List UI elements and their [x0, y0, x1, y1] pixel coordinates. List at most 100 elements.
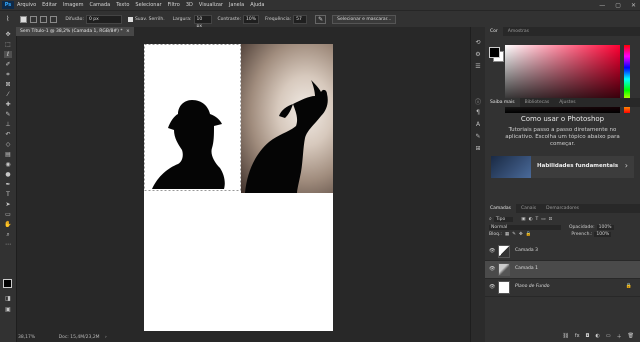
eraser-tool-icon[interactable]: ◇ — [4, 141, 12, 148]
glyphs-panel-icon[interactable]: ⊞ — [474, 145, 482, 153]
rectangle-tool-icon[interactable]: ▭ — [4, 211, 12, 218]
path-select-icon[interactable]: ➤ — [4, 201, 12, 208]
largura-input[interactable]: 10 px — [193, 14, 212, 29]
filter-adjust-icon[interactable]: ◐ — [529, 217, 533, 222]
tab-cor[interactable]: Cor — [485, 27, 503, 36]
pen-pressure-icon[interactable]: ✎ — [315, 14, 327, 24]
suav-checkbox[interactable] — [127, 16, 133, 22]
stamp-tool-icon[interactable]: ⊥ — [4, 121, 12, 128]
fx-icon[interactable]: fx — [575, 333, 580, 340]
brush-tool-icon[interactable]: ✎ — [4, 111, 12, 118]
tab-canais[interactable]: Canais — [516, 204, 541, 213]
eye-icon[interactable]: 👁 — [489, 266, 495, 272]
tab-demarcadores[interactable]: Demarcadores — [541, 204, 584, 213]
adjustment-icon[interactable]: ◐ — [596, 333, 600, 340]
menu-imagem[interactable]: Imagem — [63, 2, 84, 8]
fill-input[interactable]: 100% — [594, 232, 612, 237]
layer-row[interactable]: 👁 Plano de Fundo 🔒 — [485, 279, 640, 297]
menu-editar[interactable]: Editar — [42, 2, 57, 8]
trash-icon[interactable]: 🗑 — [628, 333, 634, 340]
menu-selecionar[interactable]: Selecionar — [135, 2, 161, 8]
tab-saiba-mais[interactable]: Saiba mais — [485, 98, 520, 107]
select-and-mask-button[interactable]: Selecionar e mascarar... — [332, 14, 397, 24]
zoom-tool-icon[interactable]: ⌕ — [4, 231, 12, 238]
filter-type-icon[interactable]: T — [536, 217, 539, 222]
lock-move-icon[interactable]: ✥ — [519, 232, 523, 237]
filter-pixel-icon[interactable]: ▣ — [521, 217, 525, 222]
layer-filter-select[interactable]: Tipo — [493, 216, 514, 222]
photoshop-logo[interactable]: Ps — [2, 1, 14, 9]
new-selection-icon[interactable] — [20, 15, 28, 23]
tab-camadas[interactable]: Camadas — [485, 204, 516, 213]
new-layer-icon[interactable]: ＋ — [617, 333, 622, 340]
menu-filtro[interactable]: Filtro — [168, 2, 180, 8]
more-tools-icon[interactable]: ⋯ — [4, 241, 12, 248]
close-button[interactable]: ✕ — [631, 2, 636, 9]
mask-icon[interactable]: ◘ — [586, 333, 590, 340]
layer-row[interactable]: 👁 Camada 1 — [485, 261, 640, 279]
history-brush-icon[interactable]: ↶ — [4, 131, 12, 138]
type-tool-icon[interactable]: T — [4, 191, 12, 198]
history-panel-icon[interactable]: ⟲ — [474, 39, 482, 47]
intersect-selection-icon[interactable] — [50, 15, 58, 23]
foreground-color-swatch[interactable] — [3, 279, 12, 288]
minimize-button[interactable]: — — [599, 2, 605, 9]
subtract-selection-icon[interactable] — [40, 15, 48, 23]
difusao-input[interactable]: 0 px — [85, 14, 122, 24]
lasso-tool-icon[interactable]: ℓ — [4, 51, 12, 58]
magnetic-lasso-icon[interactable]: ⌇ — [6, 15, 9, 23]
document-canvas[interactable] — [144, 44, 333, 331]
move-tool-icon[interactable]: ✥ — [4, 31, 12, 38]
frame-tool-icon[interactable]: ⊠ — [4, 81, 12, 88]
menu-visualizar[interactable]: Visualizar — [199, 2, 223, 8]
document-tab[interactable]: Sem Título-1 @ 38,2% (Camada 1, RGB/8#) … — [16, 27, 134, 36]
tab-bibliotecas[interactable]: Bibliotecas — [520, 98, 555, 107]
status-arrow-icon[interactable]: › — [105, 335, 107, 340]
brushes-panel-icon[interactable]: ✎ — [474, 133, 482, 141]
screen-mode-icon[interactable]: ▣ — [4, 306, 12, 313]
tab-amostras[interactable]: Amostras — [503, 27, 534, 36]
filter-smart-icon[interactable]: ⊡ — [549, 217, 553, 222]
zoom-level[interactable]: 38,17% — [18, 335, 35, 340]
marquee-tool-icon[interactable]: ⬚ — [4, 41, 12, 48]
lock-all-icon[interactable]: 🔒 — [526, 232, 532, 237]
properties-panel-icon[interactable]: ☰ — [474, 63, 482, 71]
menu-camada[interactable]: Camada — [89, 2, 110, 8]
eyedropper-tool-icon[interactable]: ⁄ — [4, 91, 12, 98]
quick-select-tool-icon[interactable]: ✐ — [4, 61, 12, 68]
link-layers-icon[interactable]: ⛓ — [562, 333, 568, 340]
frequencia-input[interactable]: 57 — [293, 14, 308, 24]
lock-paint-icon[interactable]: ✎ — [512, 232, 516, 237]
tab-ajustes[interactable]: Ajustes — [554, 98, 580, 107]
menu-3d[interactable]: 3D — [186, 2, 193, 8]
close-tab-icon[interactable]: × — [126, 29, 130, 34]
pen-tool-icon[interactable]: ✒ — [4, 181, 12, 188]
gradient-tool-icon[interactable]: ▤ — [4, 151, 12, 158]
eye-icon[interactable]: 👁 — [489, 248, 495, 254]
menu-ajuda[interactable]: Ajuda — [250, 2, 264, 8]
add-selection-icon[interactable] — [30, 15, 38, 23]
crop-tool-icon[interactable]: ⌗ — [4, 71, 12, 78]
group-icon[interactable]: ▭ — [606, 333, 611, 340]
learn-card[interactable]: Habilidades fundamentais › — [491, 156, 634, 178]
menu-janela[interactable]: Janela — [229, 2, 244, 8]
contraste-input[interactable]: 10% — [243, 14, 260, 24]
lock-pixels-icon[interactable]: ▦ — [505, 232, 509, 237]
quick-mask-icon[interactable]: ◨ — [4, 295, 12, 302]
blur-tool-icon[interactable]: ◉ — [4, 161, 12, 168]
blend-mode-select[interactable]: Normal — [489, 225, 561, 230]
filter-shape-icon[interactable]: ▭ — [541, 217, 545, 222]
opacity-input[interactable]: 100% — [596, 225, 614, 230]
dodge-tool-icon[interactable]: ● — [4, 171, 12, 178]
menu-texto[interactable]: Texto — [116, 2, 129, 8]
paragraph-panel-icon[interactable]: ¶ — [474, 109, 482, 117]
eye-icon[interactable]: 👁 — [489, 284, 495, 290]
tool-presets-icon[interactable]: ⚙ — [474, 51, 482, 59]
hand-tool-icon[interactable]: ✋ — [4, 221, 12, 228]
info-panel-icon[interactable]: ⓘ — [474, 97, 482, 106]
menu-arquivo[interactable]: Arquivo — [17, 2, 36, 8]
layer-row[interactable]: 👁 Camada 3 — [485, 243, 640, 261]
character-panel-icon[interactable]: A — [474, 121, 482, 129]
maximize-button[interactable]: ▢ — [615, 2, 621, 9]
fg-color-chip[interactable] — [489, 47, 500, 58]
